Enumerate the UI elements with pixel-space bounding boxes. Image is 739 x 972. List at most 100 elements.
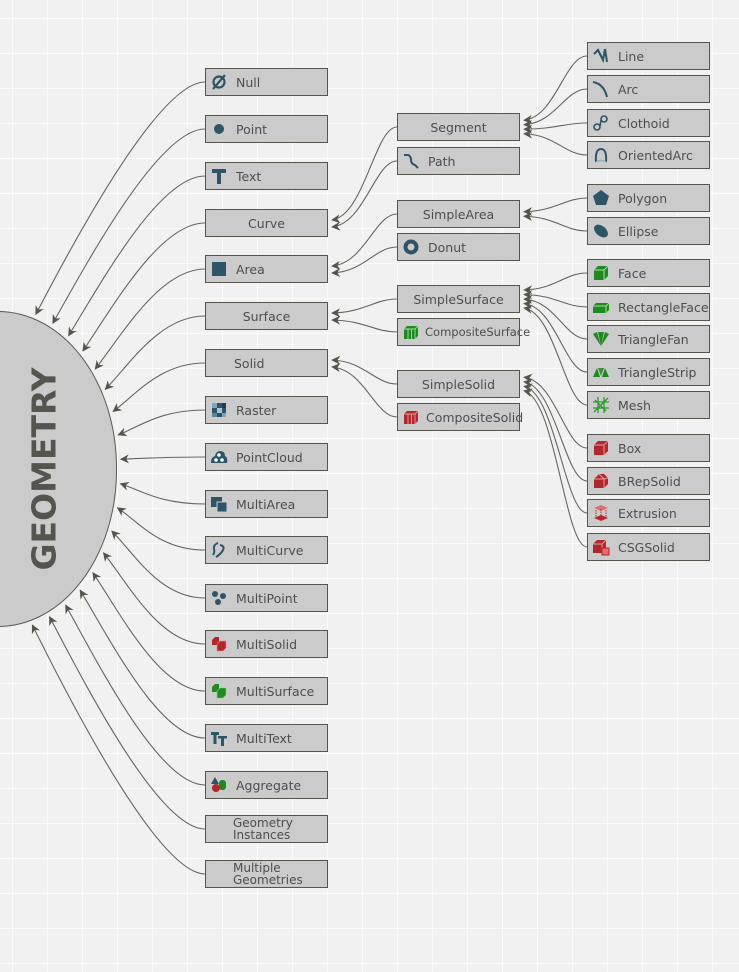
null-set-icon <box>210 73 228 91</box>
node-face[interactable]: Face <box>587 259 710 287</box>
connector-line-to-segment <box>523 55 588 124</box>
node-compositesolid[interactable]: CompositeSolid <box>397 403 524 431</box>
node-label: MultiSolid <box>236 636 298 652</box>
node-aggregate[interactable]: Aggregate <box>205 771 328 799</box>
multi-point-icon <box>210 589 228 607</box>
node-label: Surface <box>242 308 291 324</box>
clothoid-spiral-icon <box>592 114 610 132</box>
node-label: CSGSolid <box>618 539 675 555</box>
node-multitext[interactable]: MultiText <box>205 724 328 752</box>
node-label: Solid <box>234 355 265 371</box>
node-multiarea[interactable]: MultiArea <box>205 490 328 518</box>
node-label: Face <box>618 265 647 281</box>
node-rectangleface[interactable]: RectangleFace <box>587 293 710 321</box>
node-curve[interactable]: Curve <box>205 209 328 237</box>
node-geometry-instances[interactable]: Geometry Instances <box>205 815 328 843</box>
path-squiggle-icon <box>402 152 420 170</box>
node-label: Multiple Geometries <box>233 861 303 887</box>
triangle-strip-icon <box>592 363 610 381</box>
face-cube-icon <box>592 264 610 282</box>
node-label: MultiArea <box>236 496 296 512</box>
multi-text-icon <box>210 729 228 747</box>
connector-area-to-geometry <box>94 268 206 370</box>
node-compositesurface[interactable]: CompositeSurface <box>397 318 530 346</box>
box-cube-icon <box>592 439 610 457</box>
connector-null-to-geometry <box>35 81 206 316</box>
dot-icon <box>210 120 228 138</box>
node-label: Line <box>618 48 645 64</box>
node-label: SimpleSurface <box>413 291 504 307</box>
node-brepsolid[interactable]: BRepSolid <box>587 467 710 495</box>
connector-donut-to-area <box>331 246 398 278</box>
connector-trianglestrip-to-simplesurface <box>523 299 588 373</box>
ellipse-icon <box>592 222 610 240</box>
brep-solid-icon <box>592 472 610 490</box>
node-mesh[interactable]: Mesh <box>587 391 710 419</box>
node-label: MultiSurface <box>236 683 315 699</box>
node-label: Extrusion <box>618 505 677 521</box>
node-label: CompositeSolid <box>426 409 524 425</box>
node-label: MultiText <box>236 730 292 746</box>
node-label: RectangleFace <box>618 299 709 315</box>
node-simplearea[interactable]: SimpleArea <box>397 200 520 228</box>
node-donut[interactable]: Donut <box>397 233 520 261</box>
node-multicurve[interactable]: MultiCurve <box>205 536 328 564</box>
node-simplesurface[interactable]: SimpleSurface <box>397 285 520 313</box>
filled-square-icon <box>210 260 228 278</box>
node-line[interactable]: Line <box>587 42 710 70</box>
node-raster[interactable]: Raster <box>205 396 328 424</box>
node-trianglestrip[interactable]: TriangleStrip <box>587 358 710 386</box>
node-label: CompositeSurface <box>425 325 531 339</box>
pentagon-icon <box>592 189 610 207</box>
node-label: Area <box>236 261 265 277</box>
node-multisurface[interactable]: MultiSurface <box>205 677 328 705</box>
node-ellipse[interactable]: Ellipse <box>587 217 710 245</box>
node-multiple-geometries[interactable]: Multiple Geometries <box>205 860 328 888</box>
node-path[interactable]: Path <box>397 147 520 175</box>
node-solid[interactable]: Solid <box>205 349 328 377</box>
node-label: MultiCurve <box>236 542 304 558</box>
connector-curve-to-geometry <box>82 222 206 352</box>
node-multisolid[interactable]: MultiSolid <box>205 630 328 658</box>
node-label: Mesh <box>618 397 651 413</box>
node-orientedarc[interactable]: OrientedArc <box>587 141 710 169</box>
node-multipoint[interactable]: MultiPoint <box>205 584 328 612</box>
node-label: Aggregate <box>236 777 302 793</box>
connector-simplesurface-to-surface <box>331 298 398 318</box>
node-pointcloud[interactable]: PointCloud <box>205 443 328 471</box>
aggregate-shapes-icon <box>210 776 228 794</box>
node-segment[interactable]: Segment <box>397 113 520 141</box>
node-extrusion[interactable]: Extrusion <box>587 499 710 527</box>
connector-pointcloud-to-geometry <box>119 454 206 464</box>
node-csgsolid[interactable]: CSGSolid <box>587 533 710 561</box>
node-polygon[interactable]: Polygon <box>587 184 710 212</box>
connector-clothoid-to-segment <box>523 122 588 134</box>
connector-text-to-geometry <box>68 175 206 337</box>
node-box[interactable]: Box <box>587 434 710 462</box>
connector-face-to-simplesurface <box>523 272 588 295</box>
node-trianglefan[interactable]: TriangleFan <box>587 325 710 353</box>
node-label: Geometry Instances <box>233 816 293 842</box>
node-label: SimpleSolid <box>421 376 496 392</box>
node-null[interactable]: Null <box>205 68 328 96</box>
node-label: Raster <box>236 402 277 418</box>
connector-multiplegeometries-to-geometry <box>31 624 206 875</box>
connector-multicurve-to-geometry <box>116 507 206 551</box>
node-area[interactable]: Area <box>205 255 328 283</box>
connector-multisurface-to-geometry <box>92 572 206 692</box>
node-surface[interactable]: Surface <box>205 302 328 330</box>
node-clothoid[interactable]: Clothoid <box>587 109 710 137</box>
node-label: PointCloud <box>236 449 303 465</box>
connector-orientedarc-to-segment <box>523 129 588 156</box>
node-arc[interactable]: Arc <box>587 75 710 103</box>
multi-area-icon <box>210 495 228 513</box>
node-label: Path <box>428 153 456 169</box>
node-text[interactable]: Text <box>205 162 328 190</box>
connector-raster-to-geometry <box>117 409 206 437</box>
node-simplesolid[interactable]: SimpleSolid <box>397 370 520 398</box>
connector-point-to-geometry <box>52 128 206 325</box>
connector-simplearea-to-area <box>331 213 398 270</box>
node-label: Null <box>236 74 261 90</box>
node-point[interactable]: Point <box>205 115 328 143</box>
connector-ellipse-to-simplearea <box>523 211 588 232</box>
